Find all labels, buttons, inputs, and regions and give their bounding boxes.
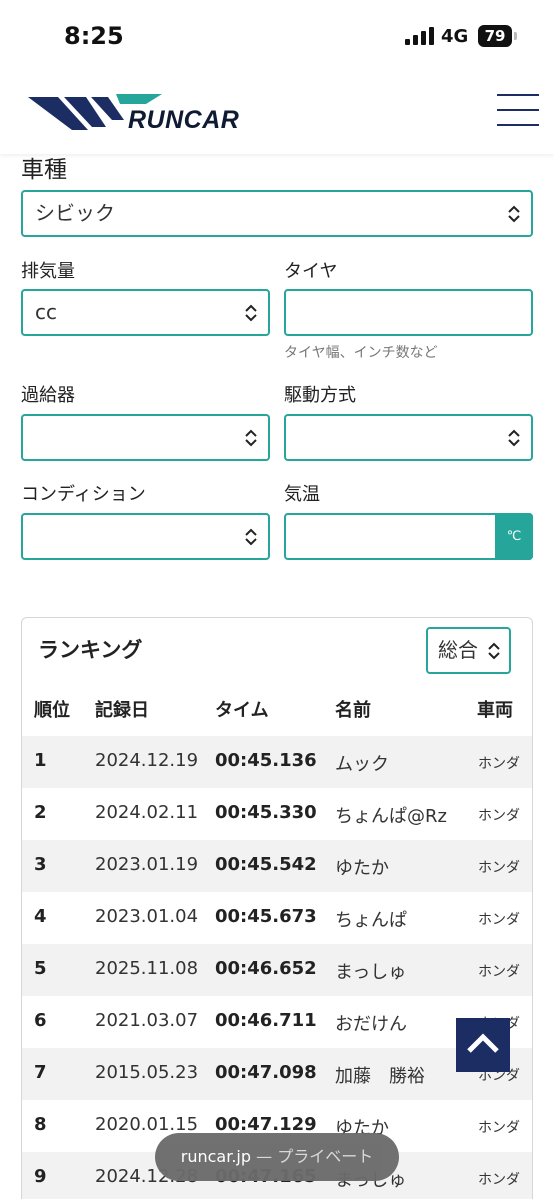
row-name: ゆたか [335,858,389,879]
row-date: 2021.03.07 [95,1010,199,1031]
displacement-select[interactable]: cc [21,289,270,336]
car-model-select[interactable]: シビック [21,190,533,237]
celsius-unit: ℃ [495,513,533,560]
ranking-table-header: 順位 記録日 タイム 名前 車両 [22,692,532,736]
ranking-title: ランキング [38,638,143,662]
row-name: おだけん [335,1014,407,1035]
ranking-filter-value: 総合 [438,638,478,662]
row-name: ムック [335,754,389,775]
table-row[interactable]: 4 2023.01.04 00:45.673 ちょんぱ ホンダ [22,892,532,944]
row-rank: 5 [34,958,47,979]
column-header: 車両 [477,700,513,721]
displacement-value: cc [35,300,57,324]
column-header: タイム [215,700,269,721]
row-rank: 1 [34,750,47,771]
column-header: 記録日 [95,700,149,721]
site-header: RUNCAR [0,72,554,154]
select-arrows-icon [508,205,520,223]
row-name: ちょんぱ@Rz [335,806,447,827]
table-row[interactable]: 5 2025.11.08 00:46.652 まっしゅ ホンダ [22,944,532,996]
row-car: ホンダ [478,756,520,772]
ranking-card: ランキング 総合 順位 記録日 タイム 名前 車両 1 2024.12.19 0… [21,617,533,1199]
car-model-value: シビック [35,201,115,225]
row-car: ホンダ [478,860,520,876]
row-time: 00:45.136 [215,750,317,771]
row-name: まっしゅ [335,962,407,983]
table-row[interactable]: 1 2024.12.19 00:45.136 ムック ホンダ [22,736,532,788]
select-arrows-icon [508,429,520,447]
supercharger-label: 過給器 [21,385,75,406]
tire-input[interactable] [284,289,533,336]
drive-select[interactable] [284,414,533,461]
private-mode-label: — プライベート [256,1147,374,1166]
condition-label: コンディション [21,484,146,505]
tire-label: タイヤ [284,261,338,282]
row-rank: 9 [34,1166,47,1187]
table-row[interactable]: 3 2023.01.19 00:45.542 ゆたか ホンダ [22,840,532,892]
runcar-logo[interactable]: RUNCAR [28,94,248,134]
column-header: 名前 [335,700,371,721]
table-row[interactable]: 2 2024.02.11 00:45.330 ちょんぱ@Rz ホンダ [22,788,532,840]
row-date: 2020.01.15 [95,1114,199,1135]
row-time: 00:45.673 [215,906,317,927]
url-domain: runcar.jp [180,1147,252,1166]
status-time: 8:25 [64,22,124,50]
row-time: 00:45.542 [215,854,317,875]
battery-icon: 79 [478,25,517,47]
row-date: 2024.12.19 [95,750,199,771]
row-date: 2024.02.11 [95,802,199,823]
select-arrows-icon [245,528,257,546]
row-rank: 8 [34,1114,47,1135]
network-type: 4G [441,26,469,47]
ranking-filter-select[interactable]: 総合 [426,627,511,674]
tire-hint: タイヤ幅、インチ数など [284,345,438,361]
displacement-label: 排気量 [21,261,75,282]
chevron-up-icon [467,1033,499,1053]
select-arrows-icon [487,640,501,662]
select-arrows-icon [245,304,257,322]
supercharger-select[interactable] [21,414,270,461]
row-car: ホンダ [478,1172,520,1188]
row-rank: 6 [34,1010,47,1031]
logo-text: RUNCAR [128,106,240,134]
row-time: 00:45.330 [215,802,317,823]
scroll-to-top-button[interactable] [456,1018,510,1072]
row-car: ホンダ [478,1120,520,1136]
row-car: ホンダ [478,808,520,824]
temperature-label: 気温 [284,484,320,505]
condition-select[interactable] [21,513,270,560]
row-date: 2015.05.23 [95,1062,199,1083]
row-date: 2023.01.19 [95,854,199,875]
row-time: 00:47.098 [215,1062,317,1083]
menu-icon[interactable] [497,94,539,126]
row-rank: 3 [34,854,47,875]
select-arrows-icon [245,429,257,447]
row-date: 2023.01.04 [95,906,199,927]
row-time: 00:47.129 [215,1114,317,1135]
signal-icon [405,27,435,45]
status-bar: 8:25 4G 79 [0,0,554,72]
column-header: 順位 [34,700,70,721]
row-time: 00:46.711 [215,1010,317,1031]
row-time: 00:46.652 [215,958,317,979]
browser-url-pill[interactable]: runcar.jp — プライベート [155,1133,399,1181]
row-rank: 2 [34,802,47,823]
row-rank: 7 [34,1062,47,1083]
row-name: ちょんぱ [335,910,407,931]
row-name: 加藤 勝裕 [335,1066,425,1087]
drive-label: 駆動方式 [284,385,356,406]
row-car: ホンダ [478,964,520,980]
temperature-input[interactable]: ℃ [284,513,533,560]
row-car: ホンダ [478,912,520,928]
row-rank: 4 [34,906,47,927]
car-model-label: 車種 [21,157,67,183]
row-date: 2025.11.08 [95,958,199,979]
